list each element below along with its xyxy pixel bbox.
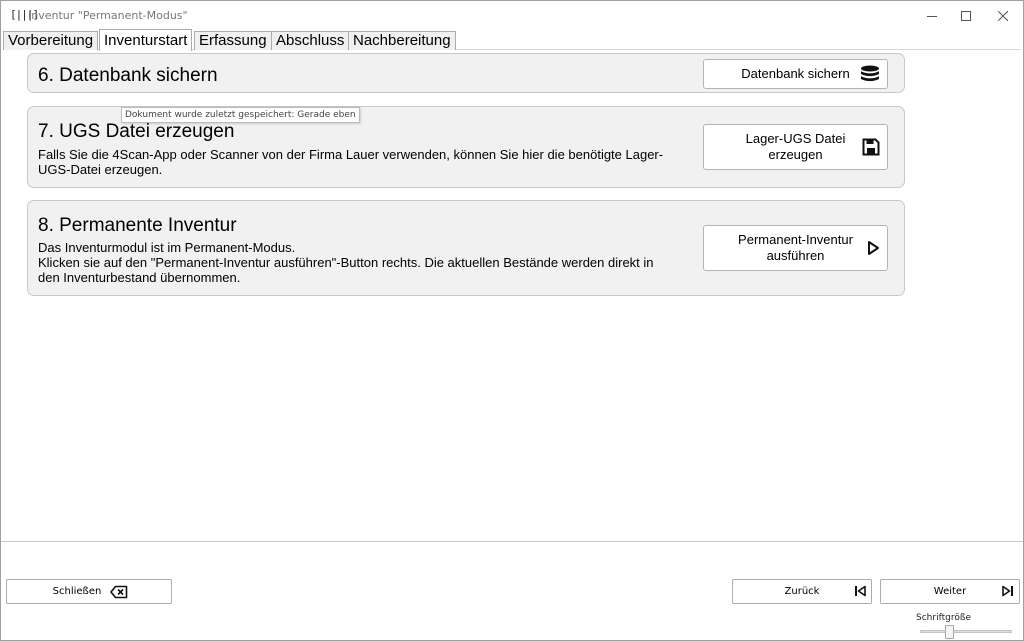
button-label-line: Lager-UGS Datei	[745, 131, 846, 146]
tab-content: 6. Datenbank sichern Datenbank sichern 7…	[3, 50, 1021, 541]
backspace-icon	[110, 585, 128, 599]
close-window-button[interactable]	[980, 1, 1024, 30]
description-line: Falls Sie die 4Scan-App oder Scanner von…	[38, 147, 664, 162]
font-size-label: Schriftgröße	[916, 613, 972, 623]
tab-strip: Vorbereitung Inventurstart Erfassung Abs…	[3, 29, 1021, 51]
datenbank-sichern-button[interactable]: Datenbank sichern	[703, 59, 888, 89]
section-permanente-inventur: 8. Permanente Inventur Das Inventurmodul…	[27, 200, 905, 296]
font-size-slider-thumb[interactable]	[945, 625, 954, 639]
button-label: Lager-UGS Datei erzeugen	[721, 131, 871, 163]
skip-forward-icon	[1002, 585, 1014, 597]
description-line: UGS-Datei erzeugen.	[38, 162, 163, 177]
button-label: Schließen	[52, 586, 102, 597]
schliessen-button[interactable]: Schließen	[6, 579, 172, 604]
save-icon	[862, 138, 880, 156]
section-datenbank-sichern: 6. Datenbank sichern Datenbank sichern	[27, 53, 905, 93]
title-bar[interactable]: [|||] Inventur "Permanent-Modus"	[1, 1, 1023, 30]
button-label: Weiter	[933, 586, 967, 597]
description-line: Das Inventurmodul ist im Permanent-Modus…	[38, 240, 296, 255]
database-icon	[860, 65, 880, 83]
button-label: Permanent-Inventur ausführen	[721, 232, 871, 264]
zurueck-button[interactable]: Zurück	[732, 579, 872, 604]
tab-inventurstart[interactable]: Inventurstart	[99, 29, 193, 51]
description-line: den Inventurbestand übernommen.	[38, 270, 241, 285]
save-status-tooltip: Dokument wurde zuletzt gespeichert: Gera…	[121, 107, 360, 123]
skip-back-icon	[854, 585, 866, 597]
tab-vorbereitung[interactable]: Vorbereitung	[3, 31, 99, 50]
app-barcode-icon: [|||]	[10, 8, 39, 21]
close-icon	[998, 10, 1008, 21]
play-icon	[866, 240, 880, 256]
maximize-icon	[961, 10, 971, 21]
minimize-icon	[927, 15, 937, 17]
tab-erfassung[interactable]: Erfassung	[194, 31, 272, 50]
description-line: Klicken sie auf den "Permanent-Inventur …	[38, 255, 654, 270]
section-title: 7. UGS Datei erzeugen	[38, 121, 235, 142]
tab-nachbereitung[interactable]: Nachbereitung	[348, 31, 456, 50]
button-label: Datenbank sichern	[741, 66, 850, 81]
window-title: Inventur "Permanent-Modus"	[28, 9, 188, 22]
font-size-slider-track[interactable]	[920, 630, 1012, 633]
footer-divider	[1, 541, 1023, 542]
section-title: 8. Permanente Inventur	[38, 215, 237, 236]
button-label-line: ausführen	[766, 248, 825, 263]
app-window: [|||] Inventur "Permanent-Modus" Vorbere…	[0, 0, 1024, 641]
tab-abschluss[interactable]: Abschluss	[271, 31, 350, 50]
button-label-line: Permanent-Inventur	[738, 232, 853, 247]
button-label: Zurück	[784, 586, 820, 597]
lager-ugs-datei-button[interactable]: Lager-UGS Datei erzeugen	[703, 124, 888, 170]
weiter-button[interactable]: Weiter	[880, 579, 1020, 604]
permanent-inventur-ausfuehren-button[interactable]: Permanent-Inventur ausführen	[703, 225, 888, 271]
button-label-line: erzeugen	[768, 147, 823, 162]
section-description: Falls Sie die 4Scan-App oder Scanner von…	[38, 147, 678, 177]
section-description: Das Inventurmodul ist im Permanent-Modus…	[38, 240, 678, 285]
section-title: 6. Datenbank sichern	[38, 65, 218, 86]
